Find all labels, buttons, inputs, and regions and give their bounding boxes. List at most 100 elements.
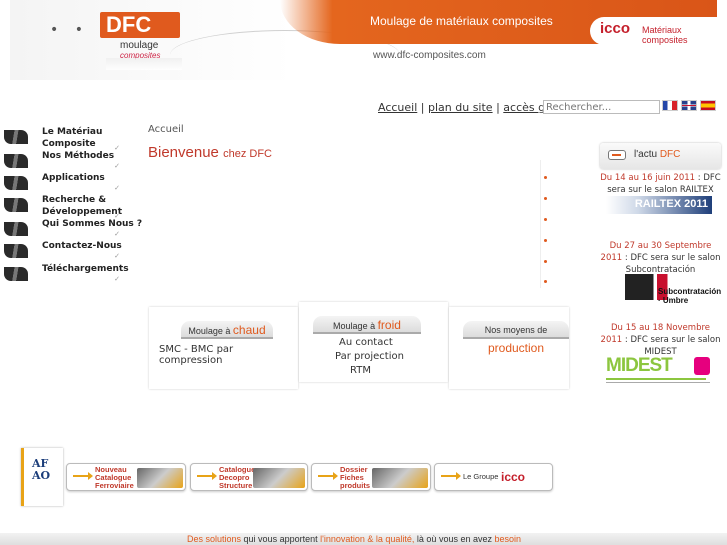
menu-item-label: Le Matériau Composite (42, 127, 103, 149)
dfc-logo-subtitle: moulage (120, 40, 159, 51)
midest-badge-icon (694, 357, 710, 375)
news-item-railtex[interactable]: Du 14 au 16 juin 2011 : DFC sera sur le … (600, 172, 721, 196)
nav-link-accueil[interactable]: Accueil (378, 101, 417, 114)
bullet-icon (544, 197, 547, 200)
promo-label: Le Groupe (463, 472, 499, 481)
arrow-right-icon (608, 150, 626, 160)
arrow-right-icon (73, 472, 93, 480)
box-line[interactable]: RTM (350, 365, 371, 376)
breadcrumb: Accueil (148, 124, 184, 135)
menu-item-label: Téléchargements (42, 264, 129, 274)
midest-underline (606, 382, 710, 383)
midest-logo[interactable]: MIDEST (606, 355, 712, 387)
dfc-logo[interactable]: DFC (100, 12, 180, 38)
subcontratacion-logo[interactable]: Subcontratación · Umbre (606, 274, 721, 305)
news-text: : DFC sera sur le salon MIDEST (624, 335, 721, 357)
footer-slogan-part: là où vous en avez (416, 534, 492, 544)
menu-item-telechargements[interactable]: Téléchargements ✓ (4, 263, 129, 283)
menu-item-applications[interactable]: Applications ✓ (4, 172, 122, 192)
news-img-label: MIDEST (606, 355, 673, 376)
left-menu: Le Matériau Composite ✓ Nos Méthodes ✓ A… (4, 120, 142, 283)
box-line[interactable]: Au contact (339, 337, 393, 348)
footer-slogan-part: besoin (494, 534, 522, 544)
news-item-midest[interactable]: Du 15 au 18 Novembre 2011 : DFC sera sur… (600, 322, 721, 358)
dfc-bullet-icon (4, 130, 28, 144)
footer-slogan-part: qui vous apportent (243, 534, 318, 544)
dfc-bullet-icon (4, 176, 28, 190)
bullet-icon (544, 218, 547, 221)
tab-prefix: Moulage à (333, 321, 376, 331)
box-tab: Moulage à froid (313, 316, 421, 334)
actu-header: l'actu DFC (600, 143, 721, 169)
icco-logo[interactable]: icco (600, 20, 630, 37)
nav-separator: | (496, 101, 500, 114)
catalogue-thumbnail (137, 468, 183, 488)
icco-tagline: Matériaux composites (642, 25, 688, 45)
menu-item-label: Recherche & Développement (42, 195, 122, 217)
menu-item-recherche[interactable]: Recherche & Développement ✓ (4, 194, 122, 220)
arrow-right-icon (197, 472, 217, 480)
actu-title: l'actu DFC (634, 149, 680, 160)
welcome-big: Bienvenue (148, 144, 219, 161)
flag-fr-icon[interactable] (662, 100, 678, 111)
midest-underline (606, 378, 706, 380)
box-tab: Moulage à chaud (181, 321, 273, 339)
logo-reflection (106, 58, 182, 70)
menu-item-methodes[interactable]: Nos Méthodes ✓ (4, 150, 122, 170)
check-icon: ✓ (114, 184, 120, 192)
box-line[interactable]: SMC - BMC par compression (159, 344, 298, 366)
check-icon: ✓ (114, 162, 120, 170)
footer-slogan: Des solutions qui vous apportent l'innov… (187, 533, 521, 545)
box-line[interactable]: Par projection (335, 351, 404, 362)
news-img-label: RAILTEX 2011 (634, 198, 708, 210)
menu-item-qui-sommes-nous[interactable]: Qui Sommes Nous ? ✓ (4, 218, 142, 238)
catalogue-thumbnail (253, 468, 305, 488)
flag-en-icon[interactable] (681, 100, 697, 111)
header-banner: • • • DFC moulage composites Moulage de … (10, 0, 717, 80)
bullet-icon (544, 260, 547, 263)
menu-item-contactez-nous[interactable]: Contactez-Nous ✓ (4, 240, 122, 260)
box-tab: Nos moyens de production (463, 321, 569, 355)
banner-tagline: Moulage de matériaux composites (370, 14, 553, 28)
box-moyens-production[interactable]: Nos moyens de production (449, 307, 569, 389)
promo-fiches-produits[interactable]: Dossier Fiches produits (311, 463, 431, 491)
promo-catalogue-decopro[interactable]: Catalogue Decopro Structure (190, 463, 308, 491)
news-item-subcontratacion[interactable]: Du 27 au 30 Septembre 2011 : DFC sera su… (600, 240, 721, 276)
news-img-label: Subcontratación · Umbre (658, 287, 722, 305)
nav-link-plan-du-site[interactable]: plan du site (428, 101, 493, 114)
promo-groupe-icco[interactable]: Le Groupe icco (434, 463, 553, 491)
arrow-right-icon (441, 472, 461, 480)
menu-item-materiau[interactable]: Le Matériau Composite ✓ (4, 126, 122, 152)
catalogue-thumbnail (372, 468, 428, 488)
footer-slogan-part: l'innovation & la qualité, (320, 534, 415, 544)
promo-label: Catalogue Decopro Structure (219, 465, 256, 490)
bullet-icon (544, 239, 547, 242)
dfc-bullet-icon (4, 244, 28, 258)
tab-prefix: Nos moyens de (484, 325, 548, 335)
arrow-right-icon (318, 472, 338, 480)
box-moulage-froid[interactable]: Moulage à froid Au contact Par projectio… (299, 302, 448, 382)
icco-logo: icco (501, 470, 526, 484)
bullet-icon (544, 176, 547, 179)
menu-item-label: Nos Méthodes (42, 151, 115, 161)
banner-url: www.dfc-composites.com (373, 50, 486, 61)
promo-label: Dossier Fiches produits (340, 465, 370, 490)
promo-label: Nouveau Catalogue Ferroviaire (95, 465, 134, 490)
tab-accent: froid (377, 318, 401, 332)
afao-text: AF AO (32, 457, 51, 482)
footer-slogan-part: Des solutions (187, 534, 242, 544)
menu-item-label: Contactez-Nous (42, 241, 122, 251)
promo-catalogue-ferroviaire[interactable]: Nouveau Catalogue Ferroviaire (66, 463, 186, 491)
nav-separator: | (420, 101, 425, 114)
box-moulage-chaud[interactable]: Moulage à chaud SMC - BMC par compressio… (149, 307, 298, 389)
flag-es-icon[interactable] (700, 100, 716, 111)
dfc-bullet-icon (4, 198, 28, 212)
news-date: Du 14 au 16 juin 2011 (600, 173, 696, 183)
search-input[interactable] (543, 100, 660, 114)
menu-item-label: Qui Sommes Nous ? (42, 219, 143, 229)
page-title: Bienvenue chez DFC (148, 144, 272, 161)
check-icon: ✓ (114, 275, 120, 283)
afao-logo[interactable]: AF AO (21, 448, 63, 506)
dfc-bullet-icon (4, 222, 28, 236)
railtex-logo[interactable]: RAILTEX 2011 (606, 196, 712, 214)
